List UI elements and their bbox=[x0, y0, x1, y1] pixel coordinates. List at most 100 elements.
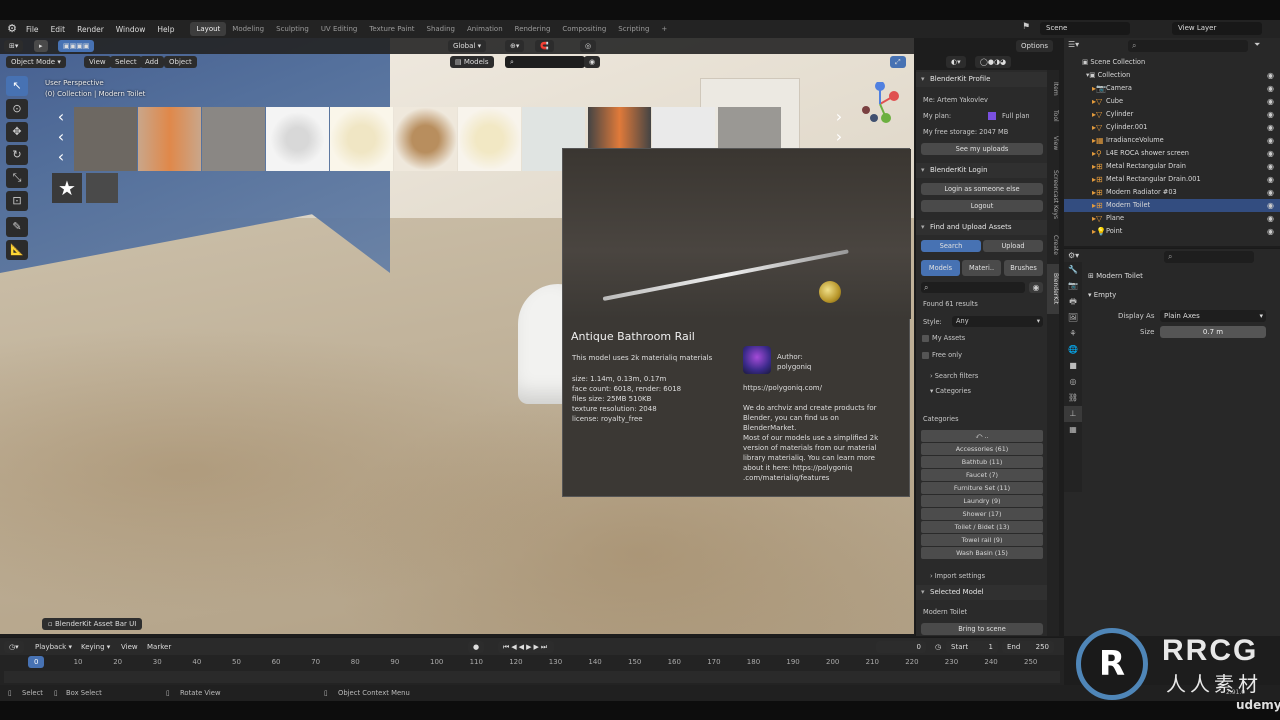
tab-item[interactable]: Item bbox=[1047, 78, 1059, 100]
search-tab-button[interactable]: Search bbox=[921, 240, 981, 252]
tab-view[interactable]: View bbox=[1047, 132, 1059, 154]
menu-render[interactable]: Render bbox=[71, 25, 110, 34]
asset-bar-prev-icon[interactable]: ‹ bbox=[52, 107, 70, 126]
brushes-tab-button[interactable]: Brushes bbox=[1004, 260, 1043, 276]
menu-add[interactable]: Add bbox=[140, 56, 164, 68]
add-workspace-button[interactable]: + bbox=[655, 22, 673, 36]
menu-playback[interactable]: Playback ▾ bbox=[30, 641, 77, 653]
category-item[interactable]: Wash Basin (15) bbox=[921, 547, 1043, 559]
category-item[interactable]: Shower (17) bbox=[921, 508, 1043, 520]
category-item[interactable]: Laundry (9) bbox=[921, 495, 1043, 507]
transform-icon[interactable]: ⊡ bbox=[6, 191, 28, 211]
asset-bar-prev-icon[interactable]: ‹ bbox=[52, 147, 70, 166]
editor-type-button[interactable]: ⊞▾ bbox=[4, 40, 24, 52]
category-item[interactable]: Faucet (7) bbox=[921, 469, 1043, 481]
categories-back-button[interactable]: ⤺ .. bbox=[921, 430, 1043, 442]
tab-create[interactable]: Create bbox=[1047, 232, 1059, 258]
tab-layout[interactable]: Layout bbox=[190, 22, 227, 36]
timeline-scroll-area[interactable] bbox=[4, 671, 1060, 683]
physics-icon[interactable]: ◎ bbox=[1064, 374, 1082, 390]
categories-toggle[interactable]: ▾ Categories bbox=[930, 387, 971, 395]
upload-tab-button[interactable]: Upload bbox=[983, 240, 1043, 252]
transform-orientation[interactable]: Global ▾ bbox=[448, 40, 487, 52]
select-mode-icon[interactable]: ▣▣▣▣ bbox=[58, 40, 95, 52]
menu-keying[interactable]: Keying ▾ bbox=[76, 641, 115, 653]
asset-bar-prev-icon[interactable]: ‹ bbox=[52, 127, 70, 146]
menu-view[interactable]: View bbox=[116, 641, 143, 653]
eye-icon[interactable]: ◉ bbox=[1267, 95, 1274, 108]
tab-sculpting[interactable]: Sculpting bbox=[270, 22, 315, 36]
scene-collection-row[interactable]: ▣ Scene Collection bbox=[1064, 56, 1280, 69]
outliner-item[interactable]: ▸⊞ Metal Rectangular Drain.001 ◉ bbox=[1064, 173, 1280, 186]
asset-thumb-soap-dish[interactable] bbox=[458, 107, 521, 171]
eye-icon[interactable]: ◉ bbox=[1267, 199, 1274, 212]
category-item[interactable]: Furniture Set (11) bbox=[921, 482, 1043, 494]
outliner-item[interactable]: ▸⚲ L4E ROCA shower screen ◉ bbox=[1064, 147, 1280, 160]
asset-thumb-bin[interactable] bbox=[266, 107, 329, 171]
shading-modes-icon[interactable]: ◯●◑◕ bbox=[975, 56, 1012, 68]
clock-icon[interactable]: ◷ bbox=[930, 641, 946, 653]
view-layer-selector[interactable]: View Layer bbox=[1172, 22, 1262, 35]
category-item[interactable]: Bathtub (11) bbox=[921, 456, 1043, 468]
timeline-editor-icon[interactable]: ◷▾ bbox=[4, 641, 24, 653]
login-section-header[interactable]: BlenderKit Login bbox=[916, 163, 1048, 178]
my-assets-checkbox[interactable] bbox=[922, 335, 929, 342]
find-upload-section-header[interactable]: Find and Upload Assets bbox=[916, 220, 1048, 235]
eye-icon[interactable]: ◉ bbox=[1267, 173, 1274, 186]
tab-tool[interactable]: Tool bbox=[1047, 106, 1059, 126]
outliner-item-selected[interactable]: ▸⊞ Modern Toilet ◉ bbox=[1064, 199, 1280, 212]
blender-logo-icon[interactable]: ⚙ bbox=[4, 22, 20, 36]
pivot-icon[interactable]: ⊕▾ bbox=[505, 40, 525, 52]
timeline-track[interactable]: 0 10 20 30 40 50 60 70 80 90 100 110 120 130 140 150 160… bbox=[0, 655, 1064, 685]
category-item[interactable]: Accessories (61) bbox=[921, 443, 1043, 455]
category-item[interactable]: Towel rail (9) bbox=[921, 534, 1043, 546]
materials-tab-button[interactable]: Materi.. bbox=[962, 260, 1001, 276]
tab-animation[interactable]: Animation bbox=[461, 22, 509, 36]
menu-view[interactable]: View bbox=[84, 56, 111, 68]
object-name-field[interactable]: ⊞ Modern Toilet bbox=[1088, 269, 1276, 283]
properties-editor-icon[interactable]: ⚙▾ bbox=[1068, 251, 1079, 260]
view-layer-icon[interactable]: 🖼 bbox=[1064, 310, 1082, 326]
tab-modeling[interactable]: Modeling bbox=[226, 22, 270, 36]
outliner-item[interactable]: ▸▦ IrradianceVolume ◉ bbox=[1064, 134, 1280, 147]
move-icon[interactable]: ✥ bbox=[6, 122, 28, 142]
search-eye-icon[interactable]: ◉ bbox=[1029, 282, 1043, 293]
outliner-item[interactable]: ▸▽ Cube ◉ bbox=[1064, 95, 1280, 108]
eye-icon[interactable]: ◉ bbox=[1267, 121, 1274, 134]
current-frame-field[interactable]: 0 bbox=[876, 641, 926, 653]
overlay-icon[interactable]: ◐▾ bbox=[946, 56, 966, 68]
start-frame-field[interactable]: Start 1 bbox=[946, 641, 998, 653]
asset-thumb-holder[interactable] bbox=[202, 107, 265, 171]
constraints-icon[interactable]: ⛓ bbox=[1064, 390, 1082, 406]
menu-marker[interactable]: Marker bbox=[142, 641, 176, 653]
outliner-item[interactable]: ▸📷 Camera ◉ bbox=[1064, 82, 1280, 95]
collection-row[interactable]: ▾▣ Collection ◉ bbox=[1064, 69, 1280, 82]
scale-icon[interactable]: ⤡ bbox=[6, 168, 28, 188]
render-props-icon[interactable]: 📷 bbox=[1064, 278, 1082, 294]
style-dropdown[interactable]: Any ▾ bbox=[952, 316, 1043, 327]
gizmo-toggle-icon[interactable]: ⤢ bbox=[890, 56, 906, 68]
eye-icon[interactable]: ◉ bbox=[1267, 69, 1274, 82]
proportional-icon[interactable]: ◎ bbox=[580, 40, 597, 52]
menu-select[interactable]: Select bbox=[110, 56, 142, 68]
eye-icon[interactable]: ◉ bbox=[1267, 225, 1274, 238]
tab-texture-paint[interactable]: Texture Paint bbox=[363, 22, 420, 36]
eye-icon[interactable]: ◉ bbox=[1267, 147, 1274, 160]
menu-edit[interactable]: Edit bbox=[45, 25, 72, 34]
eye-icon[interactable]: ◉ bbox=[1267, 212, 1274, 225]
selected-model-section-header[interactable]: Selected Model bbox=[916, 585, 1048, 600]
eye-icon[interactable]: ◉ bbox=[584, 56, 601, 68]
tab-rendering[interactable]: Rendering bbox=[509, 22, 557, 36]
properties-search-input[interactable]: ⌕ bbox=[1164, 251, 1254, 263]
bring-to-scene-button[interactable]: Bring to scene bbox=[921, 623, 1043, 635]
logout-button[interactable]: Logout bbox=[921, 200, 1043, 212]
world-props-icon[interactable]: 🌐 bbox=[1064, 342, 1082, 358]
snap-icon[interactable]: 🧲 bbox=[535, 40, 554, 52]
navigation-gizmo[interactable] bbox=[858, 81, 902, 126]
select-tool-icon[interactable]: ▸ bbox=[34, 40, 48, 52]
size-field[interactable]: 0.7 m bbox=[1160, 326, 1266, 338]
object-props-icon[interactable]: ■ bbox=[1064, 358, 1082, 374]
outliner-item[interactable]: ▸💡 Point ◉ bbox=[1064, 225, 1280, 238]
outliner-item[interactable]: ▸▽ Cylinder ◉ bbox=[1064, 108, 1280, 121]
asset-bar-next-icon[interactable]: › bbox=[830, 127, 848, 146]
